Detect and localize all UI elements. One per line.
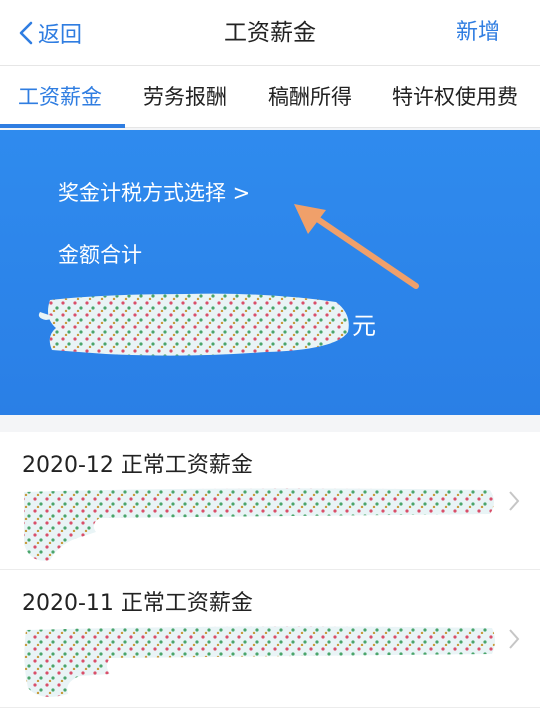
tab-author-remuneration[interactable]: 稿酬所得 bbox=[268, 82, 352, 112]
active-tab-indicator bbox=[0, 124, 125, 128]
summary-banner: 奖金计税方式选择 > 金额合计 元 bbox=[0, 130, 540, 415]
redacted-amount-scribble bbox=[38, 293, 349, 356]
record-title: 2020-12 正常工资薪金 bbox=[22, 453, 253, 478]
top-nav-bar: 返回 工资薪金 新增 bbox=[0, 0, 540, 66]
tab-salary[interactable]: 工资薪金 bbox=[18, 82, 102, 112]
salary-record-list: 2020-12 正常工资薪金 2020-11 正常工资薪金 bbox=[0, 432, 540, 718]
arrow-annotation-icon bbox=[294, 204, 419, 289]
tab-royalty[interactable]: 特许权使用费 bbox=[392, 82, 518, 112]
salary-screen: 返回 工资薪金 新增 工资薪金 劳务报酬 稿酬所得 特许权使用费 奖金计税方式选… bbox=[0, 0, 540, 718]
income-type-tabs: 工资薪金 劳务报酬 稿酬所得 特许权使用费 bbox=[0, 66, 540, 128]
redacted-details-scribble bbox=[24, 488, 494, 561]
amount-unit: 元 bbox=[352, 312, 376, 340]
bonus-tax-method-link[interactable]: 奖金计税方式选择 > bbox=[58, 178, 250, 208]
add-button[interactable]: 新增 bbox=[456, 16, 500, 50]
chevron-right-icon bbox=[509, 629, 520, 649]
chevron-right-icon bbox=[509, 491, 520, 511]
list-item[interactable]: 2020-11 正常工资薪金 bbox=[0, 570, 540, 708]
redacted-details-scribble bbox=[24, 626, 496, 697]
tab-labor-remuneration[interactable]: 劳务报酬 bbox=[143, 82, 227, 112]
record-title: 2020-11 正常工资薪金 bbox=[22, 591, 253, 616]
list-item[interactable]: 2020-12 正常工资薪金 bbox=[0, 432, 540, 570]
total-amount-label: 金额合计 bbox=[58, 243, 142, 267]
